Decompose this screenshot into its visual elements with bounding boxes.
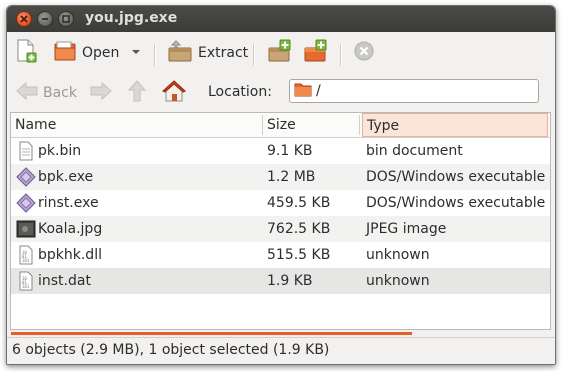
- home-icon: [161, 79, 187, 107]
- forward-arrow-icon: [89, 81, 113, 105]
- column-header-size[interactable]: Size: [263, 113, 359, 137]
- location-label: Location:: [208, 84, 272, 100]
- progress-bar: [11, 332, 412, 335]
- location-bar: Back Location: /: [7, 76, 555, 110]
- home-button[interactable]: [161, 80, 187, 106]
- close-window-button[interactable]: [16, 11, 32, 27]
- file-size: 1.2 MB: [267, 169, 316, 185]
- file-name: rinst.exe: [38, 195, 99, 211]
- executable-icon: [16, 167, 36, 187]
- list-item[interactable]: 10 01 101 inst.dat 1.9 KB unknown: [11, 268, 550, 294]
- status-text: 6 objects (2.9 MB), 1 object selected (1…: [12, 342, 330, 358]
- file-size: 515.5 KB: [267, 247, 331, 263]
- file-list: Name Size Type pk.bin 9.1 KB bin documen…: [10, 112, 551, 330]
- open-dropdown-button[interactable]: [131, 38, 141, 68]
- file-type: unknown: [366, 247, 430, 263]
- file-size: 762.5 KB: [267, 221, 331, 237]
- location-value: /: [316, 83, 321, 99]
- maximize-window-button[interactable]: [58, 11, 74, 27]
- new-archive-icon: [15, 38, 39, 68]
- file-type: DOS/Windows executable: [366, 195, 546, 211]
- file-type: bin document: [366, 143, 463, 159]
- list-item[interactable]: pk.bin 9.1 KB bin document: [11, 138, 550, 164]
- location-input[interactable]: /: [289, 79, 539, 103]
- open-label: Open: [82, 45, 120, 61]
- file-type: unknown: [366, 273, 430, 289]
- extract-label: Extract: [198, 45, 249, 61]
- column-divider: [359, 115, 360, 135]
- chevron-down-icon: [131, 45, 141, 61]
- list-item[interactable]: Koala.jpg 762.5 KB JPEG image: [11, 216, 550, 242]
- extract-icon: [167, 39, 193, 67]
- minimize-icon: [38, 12, 52, 26]
- new-archive-button[interactable]: [15, 38, 39, 68]
- executable-icon: [16, 193, 36, 213]
- toolbar-separator: [154, 44, 156, 66]
- add-files-icon: [267, 38, 293, 68]
- up-arrow-icon: [127, 79, 147, 107]
- binary-file-icon: 10 01 101: [16, 245, 36, 265]
- file-size: 1.9 KB: [267, 273, 313, 289]
- file-name: pk.bin: [38, 143, 82, 159]
- up-button[interactable]: [127, 80, 147, 106]
- list-header: Name Size Type: [11, 113, 550, 138]
- file-name: inst.dat: [38, 273, 91, 289]
- extract-button[interactable]: Extract: [167, 38, 248, 68]
- add-files-button[interactable]: [267, 38, 293, 68]
- open-archive-icon: [53, 39, 77, 67]
- file-name: bpkhk.dll: [38, 247, 102, 263]
- archive-manager-window: you.jpg.exe Open Extract Back Location: …: [6, 5, 556, 365]
- binary-file-icon: 10 01 101: [16, 271, 36, 291]
- file-size: 459.5 KB: [267, 195, 331, 211]
- folder-icon: [294, 81, 312, 101]
- file-type: DOS/Windows executable: [366, 169, 546, 185]
- list-item[interactable]: rinst.exe 459.5 KB DOS/Windows executabl…: [11, 190, 550, 216]
- add-folder-button[interactable]: [303, 38, 329, 68]
- file-type: JPEG image: [366, 221, 447, 237]
- title-bar: you.jpg.exe: [7, 6, 555, 32]
- window-title: you.jpg.exe: [85, 10, 178, 26]
- column-header-type[interactable]: Type: [362, 113, 548, 137]
- document-icon: [16, 141, 36, 161]
- maximize-icon: [59, 12, 73, 26]
- minimize-window-button[interactable]: [37, 11, 53, 27]
- image-icon: [16, 219, 36, 239]
- toolbar-separator: [253, 44, 255, 66]
- toolbar: Open Extract: [7, 32, 555, 76]
- stop-button[interactable]: [353, 38, 375, 68]
- toolbar-separator: [340, 44, 342, 66]
- back-button[interactable]: Back: [15, 80, 77, 106]
- status-bar: 6 objects (2.9 MB), 1 object selected (1…: [7, 337, 555, 364]
- file-name: Koala.jpg: [38, 221, 103, 237]
- forward-button[interactable]: [89, 80, 113, 106]
- file-size: 9.1 KB: [267, 143, 313, 159]
- file-name: bpk.exe: [38, 169, 94, 185]
- svg-text:101: 101: [22, 284, 30, 289]
- list-item[interactable]: bpk.exe 1.2 MB DOS/Windows executable: [11, 164, 550, 190]
- stop-icon: [353, 40, 375, 66]
- list-item[interactable]: 10 01 101 bpkhk.dll 515.5 KB unknown: [11, 242, 550, 268]
- open-button[interactable]: Open: [53, 38, 119, 68]
- svg-text:101: 101: [22, 258, 30, 263]
- close-icon: [17, 12, 31, 26]
- column-header-name[interactable]: Name: [11, 113, 262, 137]
- add-folder-icon: [303, 38, 329, 68]
- back-arrow-icon: [15, 81, 39, 105]
- back-label: Back: [43, 85, 77, 101]
